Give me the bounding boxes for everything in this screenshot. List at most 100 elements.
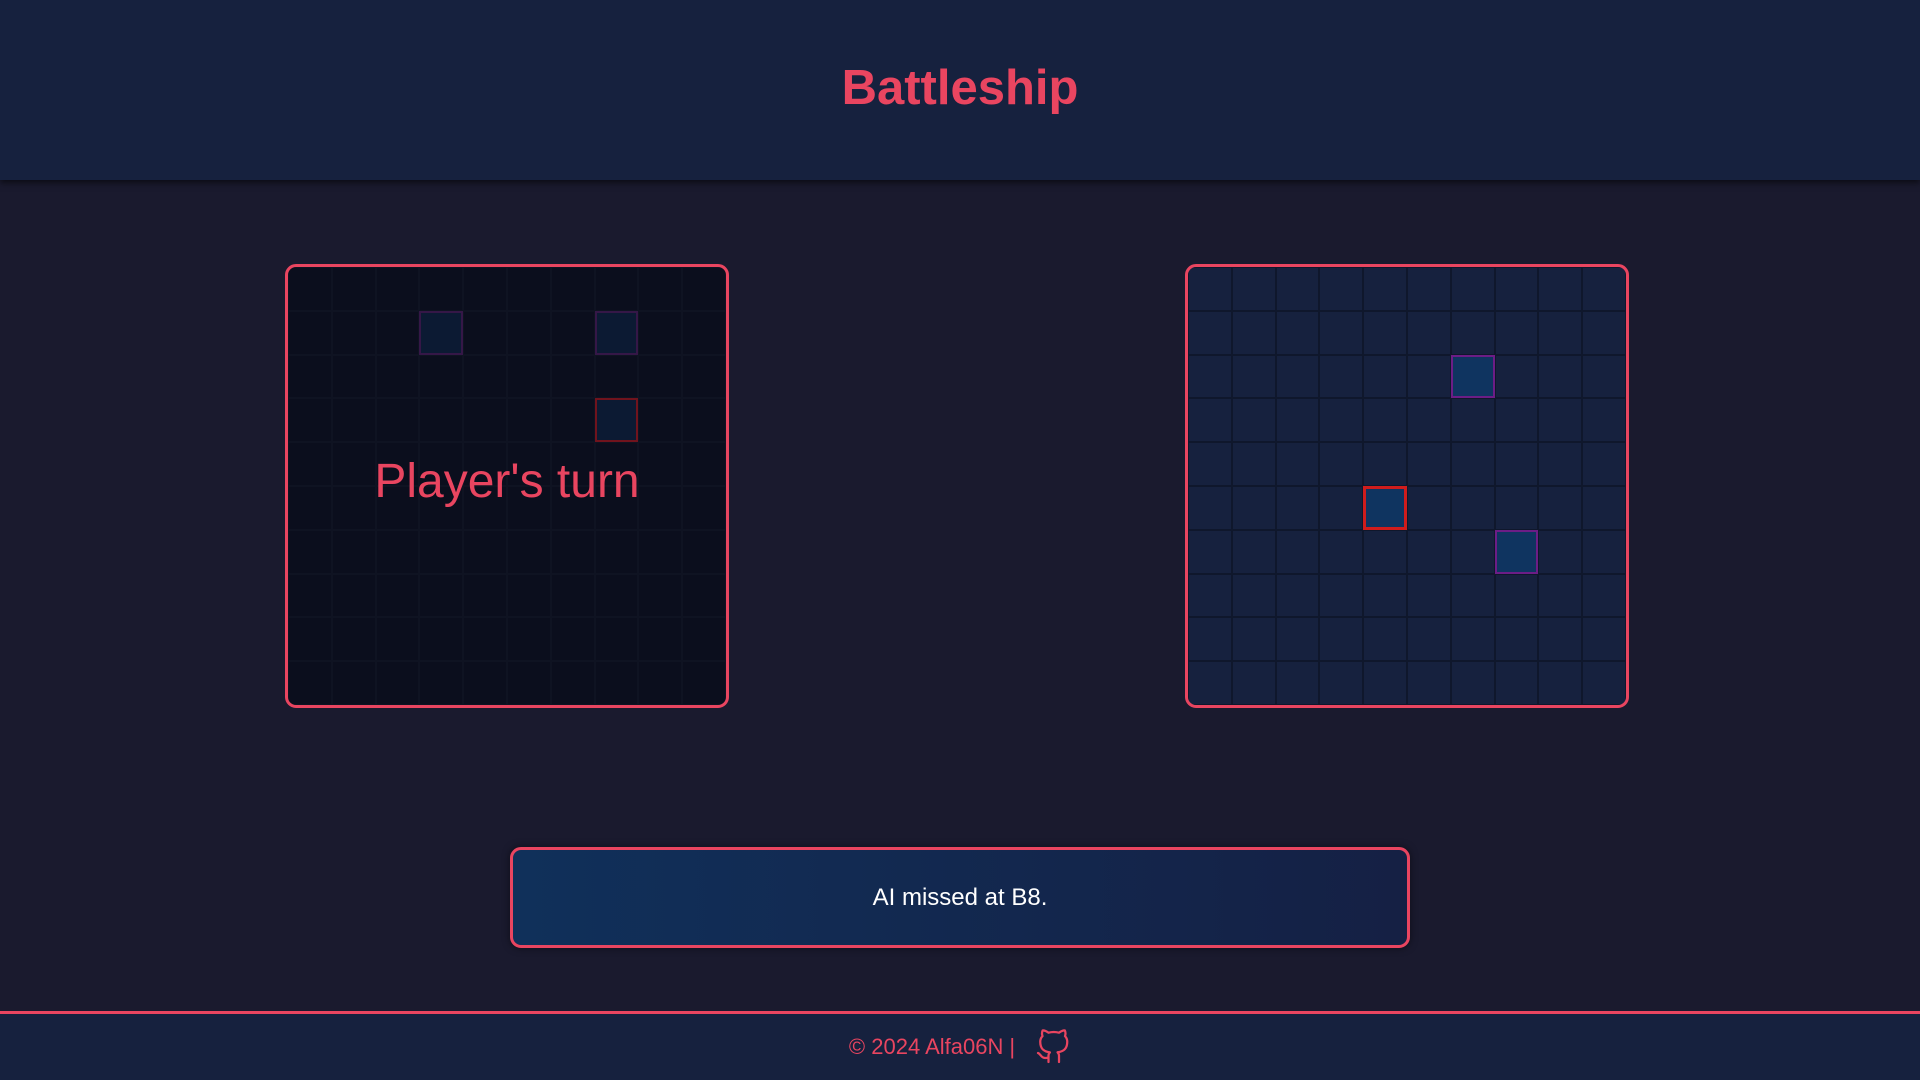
grid-cell[interactable]: [1538, 573, 1583, 618]
grid-cell[interactable]: [1538, 267, 1583, 311]
grid-cell[interactable]: [1538, 310, 1583, 355]
grid-cell[interactable]: [1363, 267, 1407, 311]
grid-cell[interactable]: [1275, 573, 1320, 618]
grid-cell[interactable]: [1188, 529, 1232, 574]
grid-cell[interactable]: [1363, 661, 1407, 705]
grid-cell[interactable]: [1538, 617, 1583, 662]
grid-cell[interactable]: [1450, 529, 1495, 574]
grid-cell[interactable]: [1450, 267, 1495, 311]
github-icon[interactable]: [1035, 1029, 1071, 1065]
grid-cell[interactable]: [1406, 661, 1451, 705]
grid-cell[interactable]: [1231, 398, 1276, 443]
grid-cell[interactable]: [1406, 354, 1451, 399]
grid-cell[interactable]: [1188, 354, 1232, 399]
grid-cell[interactable]: [1494, 573, 1539, 618]
grid-cell[interactable]: [1319, 398, 1364, 443]
grid-cell[interactable]: [1582, 398, 1626, 443]
grid-cell[interactable]: [1275, 661, 1320, 705]
grid-cell[interactable]: [1231, 310, 1276, 355]
grid-cell[interactable]: [1494, 661, 1539, 705]
grid-cell[interactable]: [1231, 442, 1276, 486]
grid-cell[interactable]: [1582, 661, 1626, 705]
grid-cell[interactable]: [1231, 267, 1276, 311]
grid-cell[interactable]: [1319, 310, 1364, 355]
grid-cell[interactable]: [1582, 529, 1626, 574]
grid-cell[interactable]: [1231, 529, 1276, 574]
grid-cell[interactable]: [1319, 442, 1364, 486]
grid-cell[interactable]: [1363, 617, 1407, 662]
grid-cell[interactable]: [1231, 354, 1276, 399]
grid-cell[interactable]: [1494, 442, 1539, 486]
grid-cell[interactable]: [1538, 485, 1583, 530]
grid-cell[interactable]: [1494, 310, 1539, 355]
grid-cell[interactable]: [1188, 661, 1232, 705]
grid-cell[interactable]: [1188, 617, 1232, 662]
grid-cell[interactable]: [1188, 573, 1232, 618]
grid-cell[interactable]: [1406, 310, 1451, 355]
grid-cell[interactable]: [1450, 617, 1495, 662]
grid-cell[interactable]: [1582, 485, 1626, 530]
grid-cell[interactable]: [1450, 485, 1495, 530]
grid-cell[interactable]: [1406, 267, 1451, 311]
grid-cell[interactable]: [1188, 398, 1232, 443]
grid-cell[interactable]: [1275, 485, 1320, 530]
grid-cell[interactable]: [1363, 310, 1407, 355]
grid-cell[interactable]: [1275, 398, 1320, 443]
grid-cell[interactable]: [1231, 573, 1276, 618]
grid-cell[interactable]: [1538, 354, 1583, 399]
grid-cell[interactable]: [1188, 310, 1232, 355]
grid-cell[interactable]: [1188, 267, 1232, 311]
grid-cell[interactable]: [1363, 354, 1407, 399]
grid-cell[interactable]: [1319, 267, 1364, 311]
grid-cell[interactable]: [1319, 485, 1364, 530]
grid-cell[interactable]: [1363, 398, 1407, 443]
grid-cell[interactable]: [1494, 354, 1539, 399]
grid-cell[interactable]: [1406, 442, 1451, 486]
grid-cell[interactable]: [1582, 617, 1626, 662]
grid-cell[interactable]: [1231, 661, 1276, 705]
grid-cell[interactable]: [1582, 354, 1626, 399]
grid-cell[interactable]: [1494, 267, 1539, 311]
grid-cell[interactable]: [1319, 529, 1364, 574]
grid-cell[interactable]: [1538, 661, 1583, 705]
grid-cell[interactable]: [1406, 529, 1451, 574]
grid-cell[interactable]: [1582, 442, 1626, 486]
grid-cell[interactable]: [1363, 573, 1407, 618]
grid-cell[interactable]: [1406, 617, 1451, 662]
grid-cell[interactable]: [1275, 310, 1320, 355]
grid-cell[interactable]: [1275, 354, 1320, 399]
grid-cell[interactable]: [1363, 442, 1407, 486]
grid-cell[interactable]: [1494, 398, 1539, 443]
grid-cell[interactable]: [1450, 310, 1495, 355]
enemy-board[interactable]: [1185, 264, 1629, 708]
grid-cell[interactable]: [1450, 661, 1495, 705]
grid-cell[interactable]: [1450, 398, 1495, 443]
grid-cell[interactable]: [1582, 267, 1626, 311]
grid-cell[interactable]: [1538, 529, 1583, 574]
ship-cell[interactable]: [1450, 354, 1495, 399]
grid-cell[interactable]: [1538, 398, 1583, 443]
grid-cell[interactable]: [1231, 617, 1276, 662]
grid-cell[interactable]: [1494, 617, 1539, 662]
grid-cell[interactable]: [1275, 442, 1320, 486]
grid-cell[interactable]: [1188, 485, 1232, 530]
grid-cell[interactable]: [1406, 398, 1451, 443]
grid-cell[interactable]: [1319, 354, 1364, 399]
grid-cell[interactable]: [1275, 267, 1320, 311]
grid-cell[interactable]: [1406, 573, 1451, 618]
grid-cell[interactable]: [1582, 573, 1626, 618]
grid-cell[interactable]: [1275, 617, 1320, 662]
grid-cell[interactable]: [1231, 485, 1276, 530]
grid-cell[interactable]: [1188, 442, 1232, 486]
grid-cell[interactable]: [1319, 661, 1364, 705]
grid-cell[interactable]: [1275, 529, 1320, 574]
grid-cell[interactable]: [1538, 442, 1583, 486]
grid-cell[interactable]: [1319, 617, 1364, 662]
grid-cell[interactable]: [1494, 485, 1539, 530]
ship-cell[interactable]: [1494, 529, 1539, 574]
hit-cell[interactable]: [1363, 485, 1407, 530]
grid-cell[interactable]: [1406, 485, 1451, 530]
grid-cell[interactable]: [1450, 573, 1495, 618]
enemy-grid[interactable]: [1188, 267, 1626, 705]
grid-cell[interactable]: [1363, 529, 1407, 574]
